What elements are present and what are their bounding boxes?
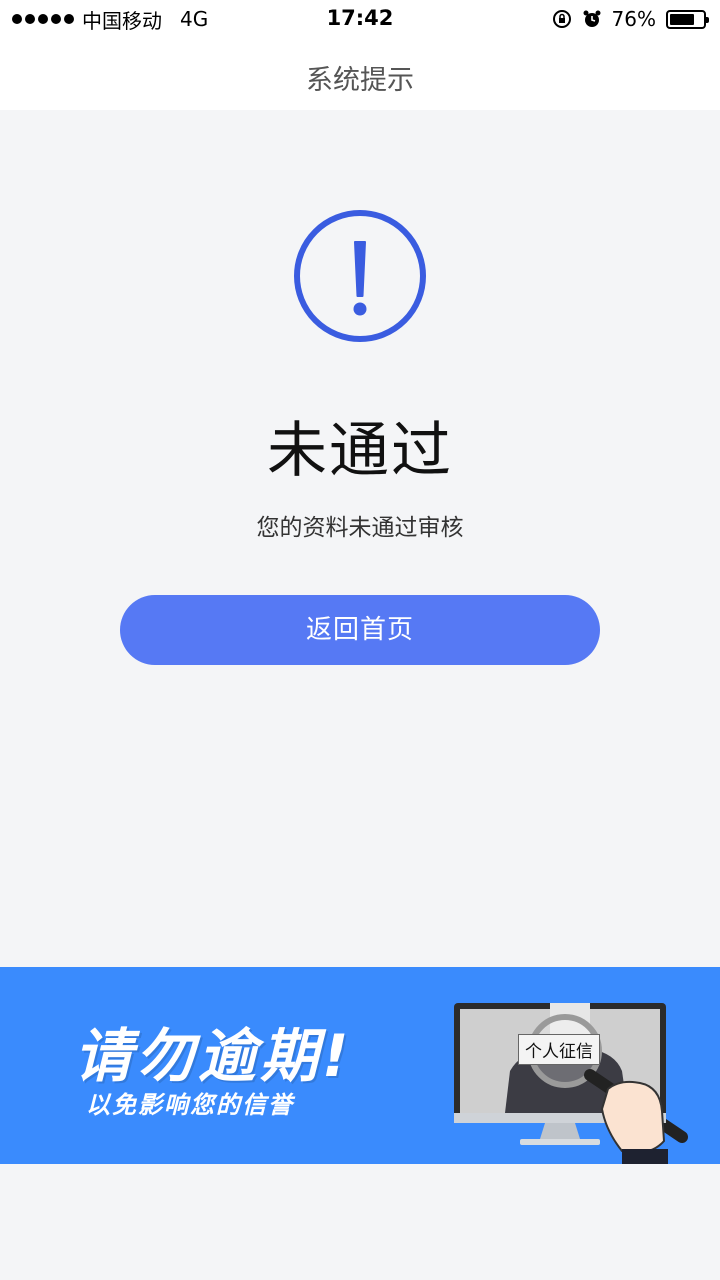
credit-monitor-illustration — [454, 1003, 688, 1164]
credit-report-label: 个人征信 — [518, 1034, 600, 1065]
battery-icon — [666, 9, 709, 29]
result-title: 未通过 — [267, 416, 453, 486]
banner-headline: 请勿逾期! — [74, 1022, 353, 1090]
alarm-clock-icon — [583, 10, 601, 27]
status-bar: 中国移动 4G 17:42 76% — [0, 0, 720, 38]
exclamation-circle-icon — [294, 210, 426, 342]
battery-fill — [670, 13, 694, 25]
result-description: 您的资料未通过审核 — [256, 515, 464, 541]
battery-percent: 76% — [611, 7, 656, 31]
return-home-button[interactable]: 返回首页 — [120, 595, 600, 665]
status-bar-right: 76% — [552, 6, 709, 32]
page-title: 系统提示 — [306, 65, 414, 96]
banner-subline: 以免影响您的信誉 — [86, 1091, 294, 1119]
rotation-lock-icon — [552, 10, 571, 28]
nav-bar: 系统提示 — [0, 38, 720, 110]
overdue-warning-banner[interactable]: 请勿逾期! 以免影响您的信誉 — [0, 967, 720, 1164]
